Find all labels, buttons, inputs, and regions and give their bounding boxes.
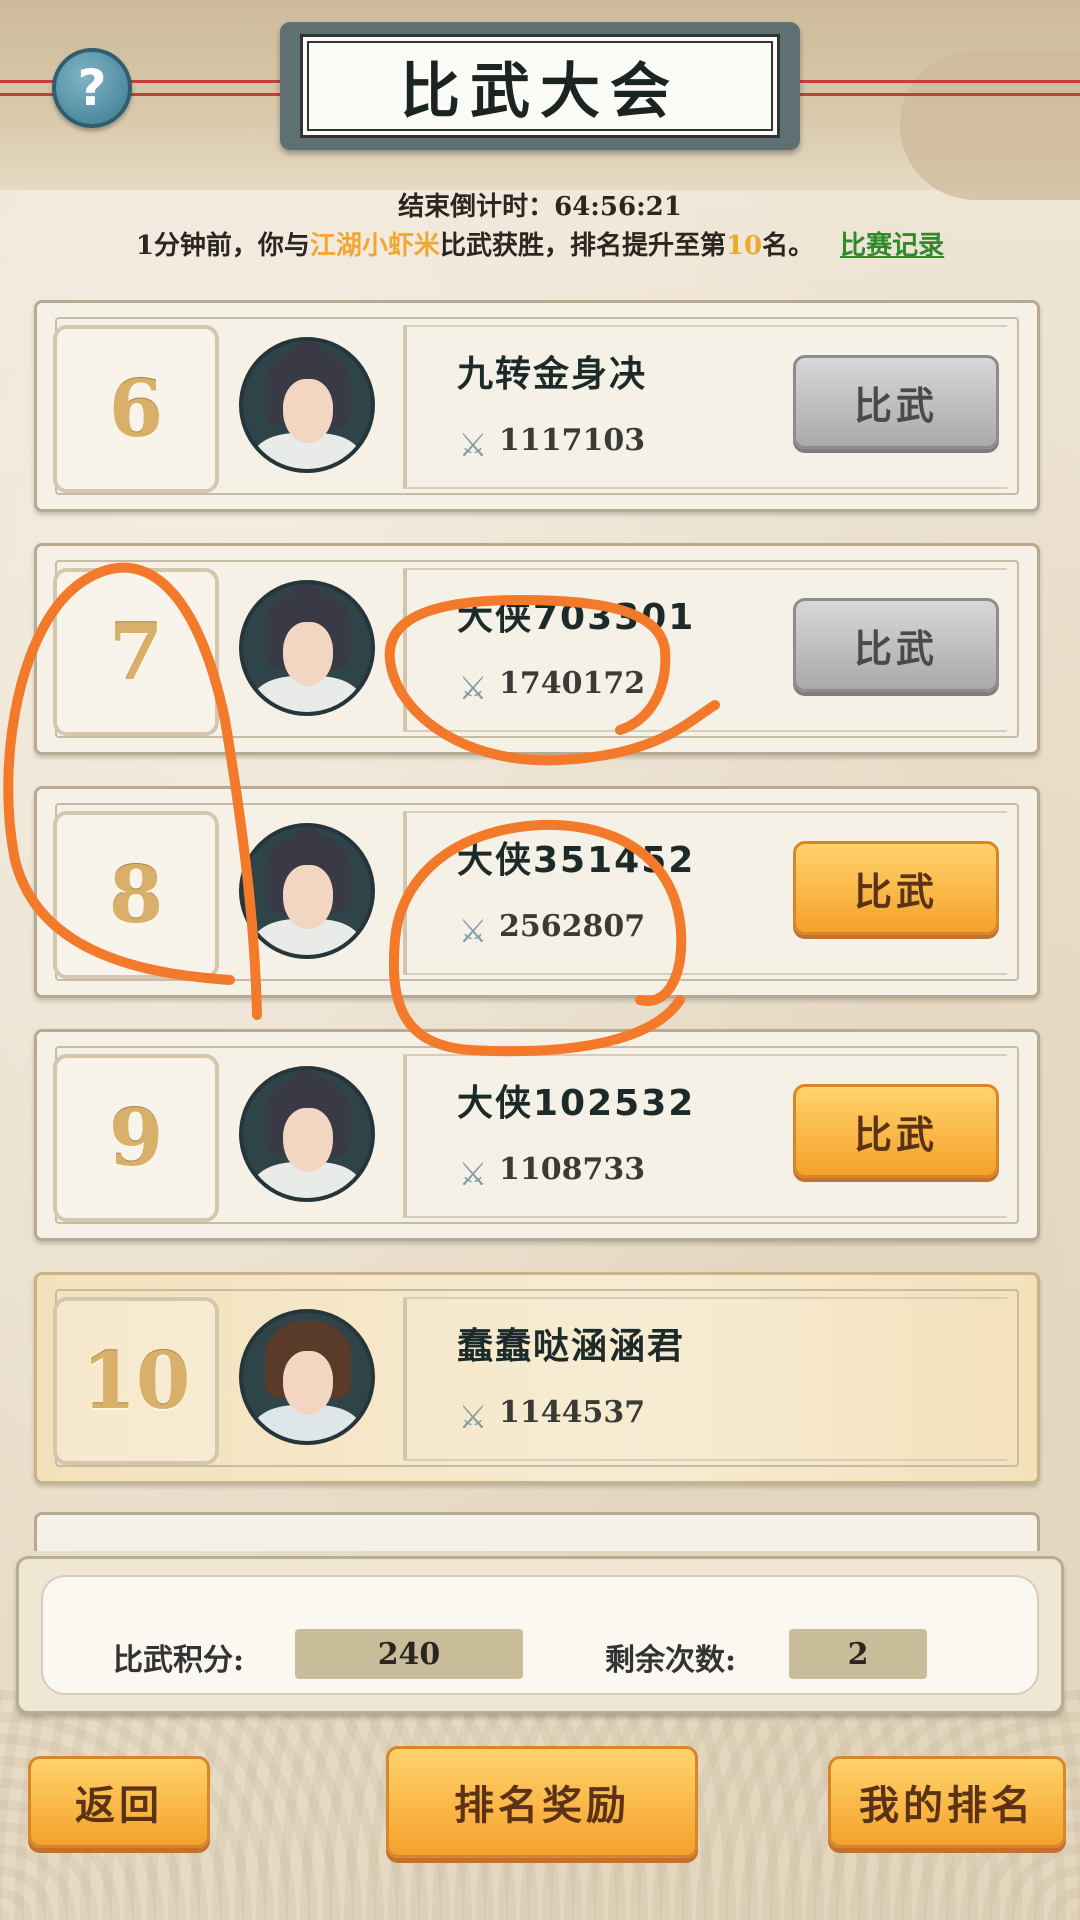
rank-number: 9 — [108, 1092, 164, 1184]
page-title: 比武大会 — [300, 34, 780, 138]
crossed-swords-icon: ⚔ — [458, 912, 488, 950]
power-value: 1108733 — [499, 1152, 646, 1187]
power-value: 1144537 — [499, 1395, 646, 1430]
remaining-value: 2 — [789, 1629, 927, 1679]
my-rank-button[interactable]: 我的排名 — [828, 1756, 1066, 1848]
notice-suffix: 名。 — [762, 231, 815, 261]
power-value: 2562807 — [499, 909, 646, 944]
stats-inner: 比武积分: 240 剩余次数: 2 — [41, 1575, 1039, 1695]
stats-panel: 比武积分: 240 剩余次数: 2 — [16, 1556, 1064, 1714]
player-name: 蠢蠢哒涵涵君 — [457, 1326, 686, 1367]
notice-middle: 比武获胜，排名提升至第 — [439, 231, 726, 261]
rank-number: 8 — [108, 849, 164, 941]
battle-notice: 1分钟前，你与江湖小虾米比武获胜，排名提升至第10名。 比赛记录 — [0, 225, 1080, 262]
header-cloud-decoration — [900, 50, 1080, 200]
rank-box: 9 — [53, 1054, 219, 1222]
rank-card: 8 大侠351452 ⚔ 2562807 比武 — [34, 786, 1040, 998]
rope-left-decoration — [0, 80, 290, 96]
rank-card: 9 大侠102532 ⚔ 1108733 比武 — [34, 1029, 1040, 1241]
help-button[interactable]: ? — [52, 48, 132, 128]
rank-number: 7 — [108, 606, 164, 698]
rank-box: 6 — [53, 325, 219, 493]
avatar — [239, 1309, 375, 1445]
help-icon: ? — [77, 59, 107, 117]
countdown-timer: 结束倒计时：64:56:21 — [398, 192, 682, 222]
title-plaque: 比武大会 — [280, 22, 800, 150]
rank-card: 6 九转金身决 ⚔ 1117103 比武 — [34, 300, 1040, 512]
fight-button[interactable]: 比武 — [793, 841, 999, 935]
fight-button[interactable]: 比武 — [793, 1084, 999, 1178]
score-label: 比武积分: — [113, 1643, 245, 1678]
rank-number: 6 — [108, 363, 164, 455]
rank-rewards-button[interactable]: 排名奖励 — [386, 1746, 698, 1858]
notice-prefix: 1分钟前，你与 — [135, 231, 310, 261]
power-value: 1117103 — [499, 423, 646, 458]
crossed-swords-icon: ⚔ — [458, 1155, 488, 1193]
avatar — [239, 1066, 375, 1202]
crossed-swords-icon: ⚔ — [458, 1398, 488, 1436]
player-name: 大侠102532 — [457, 1083, 696, 1124]
crossed-swords-icon: ⚔ — [458, 426, 488, 464]
rank-card-partial — [34, 1512, 1040, 1551]
rank-box: 10 — [53, 1297, 219, 1465]
score-value: 240 — [295, 1629, 523, 1679]
rank-card-self: 10 蠢蠢哒涵涵君 ⚔ 1144537 — [34, 1272, 1040, 1484]
avatar — [239, 337, 375, 473]
rank-card: 7 大侠703301 ⚔ 1740172 比武 — [34, 543, 1040, 755]
rope-right-decoration — [790, 80, 1080, 96]
notice-rank: 10 — [725, 231, 763, 261]
rank-number: 10 — [81, 1335, 191, 1427]
rank-box: 8 — [53, 811, 219, 979]
power-value: 1740172 — [499, 666, 646, 701]
remaining-label: 剩余次数: — [605, 1643, 737, 1678]
fight-button[interactable]: 比武 — [793, 598, 999, 692]
match-record-link[interactable]: 比赛记录 — [840, 231, 944, 261]
avatar — [239, 823, 375, 959]
notice-opponent-name: 江湖小虾米 — [309, 231, 440, 261]
rank-box: 7 — [53, 568, 219, 736]
fight-button[interactable]: 比武 — [793, 355, 999, 449]
player-name: 大侠351452 — [457, 840, 696, 881]
back-button[interactable]: 返回 — [28, 1756, 210, 1848]
avatar — [239, 580, 375, 716]
player-name: 九转金身决 — [457, 354, 648, 395]
crossed-swords-icon: ⚔ — [458, 669, 488, 707]
player-name: 大侠703301 — [457, 597, 696, 638]
